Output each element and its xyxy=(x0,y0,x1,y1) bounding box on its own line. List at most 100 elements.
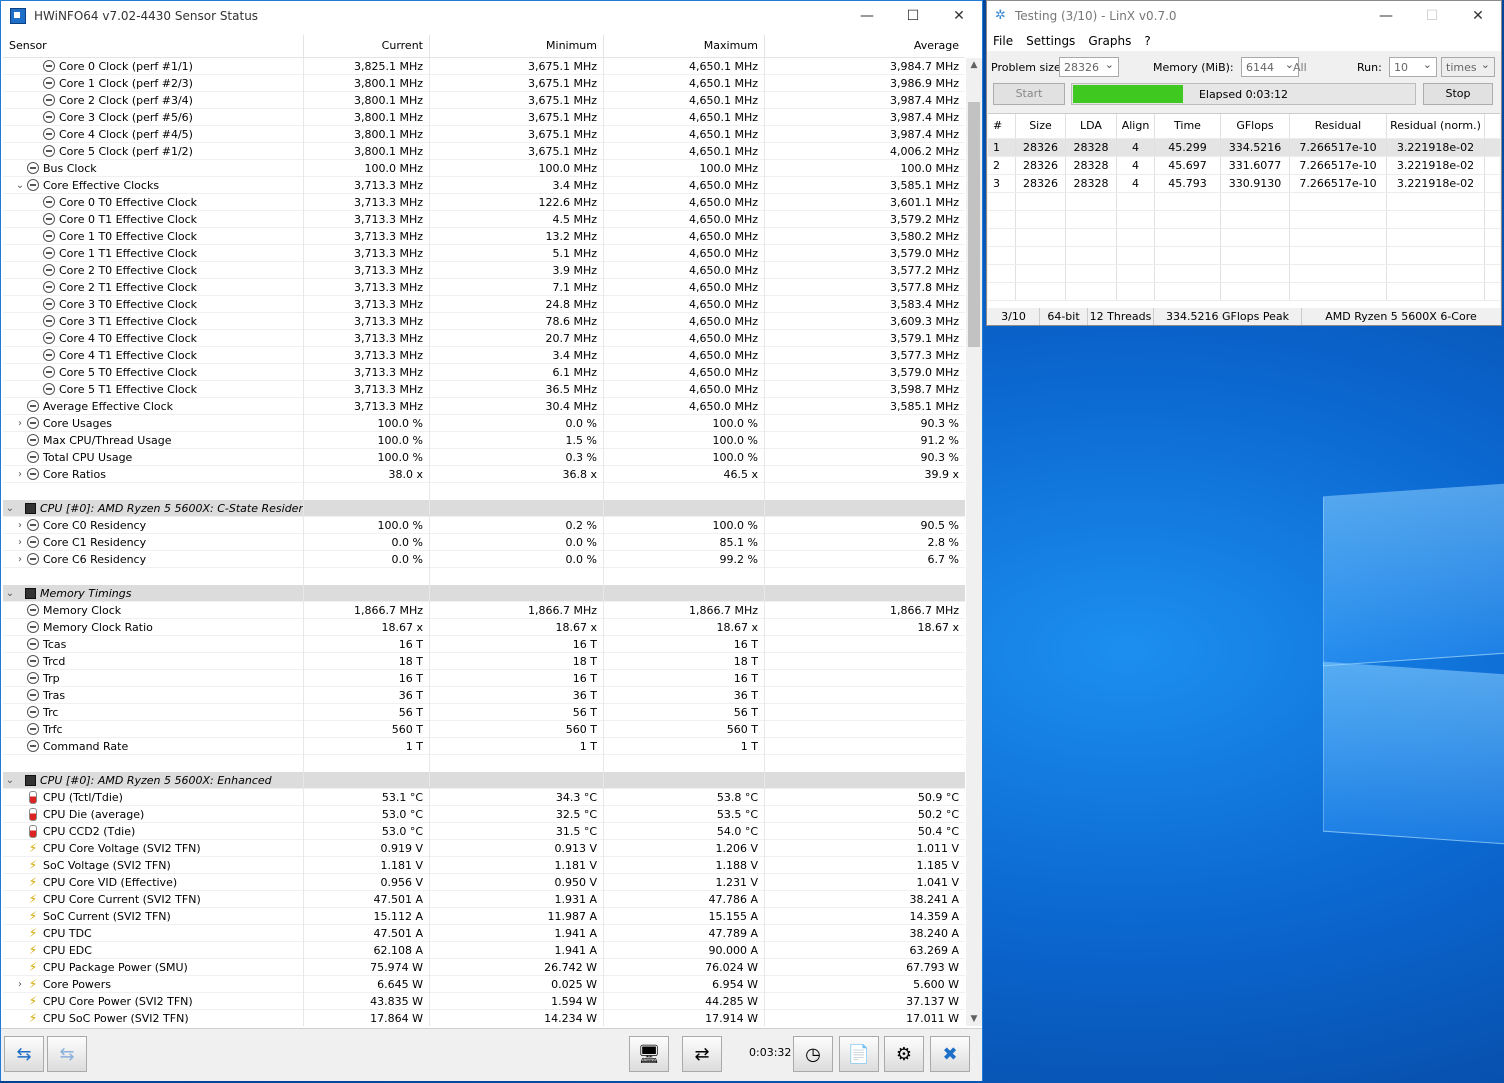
sensor-row[interactable]: Core 4 T1 Effective Clock 3,713.3 MHz 3.4 … xyxy=(3,346,965,364)
clock-reset-icon[interactable]: ◷ xyxy=(793,1036,833,1072)
sensor-row[interactable]: › Core C0 Residency 100.0 % 0.2 % 100.0 % 90.… xyxy=(3,516,965,534)
sensor-row[interactable]: Tcas 16 T 16 T 16 T xyxy=(3,635,965,653)
start-button[interactable]: Start xyxy=(993,83,1065,105)
results-header-cell[interactable]: LDA xyxy=(1066,114,1117,138)
sensor-row[interactable]: Bus Clock 100.0 MHz 100.0 MHz 100.0 MHz 100.… xyxy=(3,159,965,177)
navigate-left-right-icon[interactable]: ⇆ xyxy=(4,1036,44,1072)
sensor-row[interactable]: ⚡ CPU Core Power (SVI2 TFN) 43.835 W 1.594 … xyxy=(3,992,965,1010)
column-header-minimum[interactable]: Minimum xyxy=(430,35,604,57)
sensor-row[interactable]: ⚡ CPU EDC 62.108 A 1.941 A 90.000 A 63.269 A xyxy=(3,941,965,959)
sensor-row[interactable]: Trfc 560 T 560 T 560 T xyxy=(3,720,965,738)
sensor-row[interactable]: Trc 56 T 56 T 56 T xyxy=(3,703,965,721)
results-header-cell[interactable]: Residual (norm.) xyxy=(1387,114,1485,138)
sensor-row[interactable]: ⚡ CPU Core Voltage (SVI2 TFN) 0.919 V 0.913… xyxy=(3,839,965,857)
sensor-row[interactable]: CPU (Tctl/Tdie) 53.1 °C 34.3 °C 53.8 °C 50.9… xyxy=(3,788,965,806)
run-count-combo[interactable]: 10 xyxy=(1389,57,1437,77)
scroll-down-icon[interactable]: ▼ xyxy=(966,1014,982,1024)
sensor-row[interactable]: Command Rate 1 T1 T1 T xyxy=(3,737,965,755)
sensor-row[interactable]: Core 2 T1 Effective Clock 3,713.3 MHz 7.1 … xyxy=(3,278,965,296)
close-icon[interactable]: ✕ xyxy=(1455,1,1501,31)
sensor-row[interactable]: Core 2 T0 Effective Clock 3,713.3 MHz 3.9 … xyxy=(3,261,965,279)
logging-icon[interactable]: 📄 xyxy=(839,1036,879,1072)
sensor-row[interactable]: Trp 16 T 16 T 16 T xyxy=(3,669,965,687)
chevron-right-icon[interactable]: › xyxy=(13,517,27,534)
sensor-row[interactable]: Core 3 Clock (perf #5/6) 3,800.1 MHz 3,675… xyxy=(3,108,965,126)
sensor-table-scrollbar[interactable]: ▲ ▼ xyxy=(966,58,982,1026)
sensor-row[interactable]: ⚡ SoC Current (SVI2 TFN) 15.112 A 11.987 A1… xyxy=(3,907,965,925)
memory-combo[interactable]: 6144 xyxy=(1241,57,1299,77)
chevron-right-icon[interactable]: › xyxy=(13,534,27,551)
sensor-row[interactable]: › Core Ratios 38.0 x 36.8 x 46.5 x 39.9 x xyxy=(3,465,965,483)
sensor-row[interactable]: Core 0 T1 Effective Clock 3,713.3 MHz 4.5 … xyxy=(3,210,965,228)
sensor-row[interactable]: Tras 36 T 36 T 36 T xyxy=(3,686,965,704)
sensor-row[interactable]: › ⚡ Core Powers 6.645 W 0.025 W 6.954 W 5.600 … xyxy=(3,975,965,993)
results-header-cell[interactable]: Size xyxy=(1016,114,1066,138)
menu-file[interactable]: File xyxy=(993,34,1013,48)
chevron-right-icon[interactable]: › xyxy=(13,415,27,432)
sensor-row[interactable]: Average Effective Clock 3,713.3 MHz 30.4 M… xyxy=(3,397,965,415)
chevron-down-icon[interactable]: ⌄ xyxy=(13,177,27,194)
chevron-right-icon[interactable]: › xyxy=(13,976,27,993)
sensor-row[interactable]: Core 1 T1 Effective Clock 3,713.3 MHz 5.1 … xyxy=(3,244,965,262)
results-header-cell[interactable]: GFlops xyxy=(1221,114,1290,138)
column-header-average[interactable]: Average xyxy=(765,35,965,57)
network-icon[interactable]: ⇄ xyxy=(682,1036,722,1072)
problem-size-combo[interactable]: 28326 xyxy=(1059,57,1119,77)
chevron-down-icon[interactable]: ⌄ xyxy=(3,500,17,517)
chevron-down-icon[interactable]: ⌄ xyxy=(3,585,17,602)
sensor-row[interactable]: CPU Die (average) 53.0 °C 32.5 °C 53.5 °C 50… xyxy=(3,805,965,823)
minimize-icon[interactable]: — xyxy=(844,1,890,31)
sensor-group-row[interactable]: ⌄ CPU [#0]: AMD Ryzen 5 5600X: Enhanced xyxy=(3,771,965,789)
results-header-cell[interactable]: Residual xyxy=(1290,114,1387,138)
results-row[interactable]: 2 28326 28328 4 45.697 331.6077 7.266517e-10 3.… xyxy=(988,157,1500,175)
close-sensors-icon[interactable]: ✖ xyxy=(930,1036,970,1072)
chevron-right-icon[interactable]: › xyxy=(13,466,27,483)
scrollbar-thumb[interactable] xyxy=(968,102,980,347)
run-unit-combo[interactable]: times xyxy=(1441,57,1495,77)
sensor-row[interactable]: Max CPU/Thread Usage 100.0 % 1.5 % 100.0 % 9… xyxy=(3,431,965,449)
sensor-row[interactable]: Memory Clock 1,866.7 MHz 1,866.7 MHz 1,866.… xyxy=(3,601,965,619)
sensor-row[interactable]: ⚡ CPU TDC 47.501 A 1.941 A 47.789 A 38.240 A xyxy=(3,924,965,942)
hwinfo-titlebar[interactable]: HWiNFO64 v7.02-4430 Sensor Status — ☐ ✕ xyxy=(1,1,982,31)
all-checkbox-label[interactable]: All xyxy=(1293,61,1307,74)
sensor-group-row[interactable]: ⌄ CPU [#0]: AMD Ryzen 5 5600X: C-State Re… xyxy=(3,499,965,517)
sensor-row[interactable]: Core 5 T1 Effective Clock 3,713.3 MHz 36.5… xyxy=(3,380,965,398)
stop-button[interactable]: Stop xyxy=(1423,83,1493,105)
sensor-row[interactable]: Core 4 T0 Effective Clock 3,713.3 MHz 20.7… xyxy=(3,329,965,347)
column-header-maximum[interactable]: Maximum xyxy=(604,35,765,57)
chevron-right-icon[interactable]: › xyxy=(13,551,27,568)
sensor-row[interactable]: ⚡ SoC Voltage (SVI2 TFN) 1.181 V 1.181 V 1.1… xyxy=(3,856,965,874)
monitor-report-icon[interactable]: 🖥 xyxy=(629,1036,669,1072)
settings-gear-icon[interactable]: ⚙ xyxy=(884,1036,924,1072)
sensor-row[interactable]: Trcd 18 T 18 T 18 T xyxy=(3,652,965,670)
sensor-row[interactable]: ⌄ Core Effective Clocks 3,713.3 MHz 3.4 MHz… xyxy=(3,176,965,194)
sensor-row[interactable]: Core 2 Clock (perf #3/4) 3,800.1 MHz 3,675… xyxy=(3,91,965,109)
sensor-row[interactable]: Memory Clock Ratio 18.67 x 18.67 x 18.67 x1… xyxy=(3,618,965,636)
close-icon[interactable]: ✕ xyxy=(936,1,982,31)
chevron-down-icon[interactable]: ⌄ xyxy=(3,772,17,789)
minimize-icon[interactable]: — xyxy=(1363,1,1409,31)
sensor-row[interactable]: Core 3 T1 Effective Clock 3,713.3 MHz 78.6… xyxy=(3,312,965,330)
scroll-up-icon[interactable]: ▲ xyxy=(966,60,982,70)
results-header-cell[interactable]: # xyxy=(988,114,1016,138)
sensor-row[interactable]: Core 5 Clock (perf #1/2) 3,800.1 MHz 3,675… xyxy=(3,142,965,160)
sensor-row[interactable]: Core 0 Clock (perf #1/1) 3,825.1 MHz 3,675… xyxy=(3,58,965,75)
sensor-row[interactable]: › Core C1 Residency 0.0 % 0.0 % 85.1 % 2.8 % xyxy=(3,533,965,551)
menu-help[interactable]: ? xyxy=(1144,34,1150,48)
sensor-row[interactable]: Core 5 T0 Effective Clock 3,713.3 MHz 6.1 … xyxy=(3,363,965,381)
menu-settings[interactable]: Settings xyxy=(1026,34,1075,48)
column-header-current[interactable]: Current xyxy=(304,35,430,57)
sensor-row[interactable]: Core 3 T0 Effective Clock 3,713.3 MHz 24.8… xyxy=(3,295,965,313)
sensor-row[interactable]: Core 0 T0 Effective Clock 3,713.3 MHz 122.… xyxy=(3,193,965,211)
maximize-icon[interactable]: ☐ xyxy=(890,1,936,31)
results-row[interactable]: 3 28326 28328 4 45.793 330.9130 7.266517e-10 3.… xyxy=(988,175,1500,193)
sensor-row[interactable]: Core 1 Clock (perf #2/3) 3,800.1 MHz 3,675… xyxy=(3,74,965,92)
sensor-row[interactable]: › Core C6 Residency 0.0 % 0.0 % 99.2 % 6.7 % xyxy=(3,550,965,568)
column-header-sensor[interactable]: Sensor xyxy=(3,35,304,57)
sensor-group-row[interactable]: ⌄ Memory Timings xyxy=(3,584,965,602)
sensor-row[interactable]: Core 1 T0 Effective Clock 3,713.3 MHz 13.2… xyxy=(3,227,965,245)
results-header-cell[interactable]: Time xyxy=(1155,114,1221,138)
sensor-row[interactable]: CPU CCD2 (Tdie) 53.0 °C 31.5 °C 54.0 °C 50.4… xyxy=(3,822,965,840)
linx-titlebar[interactable]: ✲ Testing (3/10) - LinX v0.7.0 — ☐ ✕ xyxy=(987,1,1501,31)
sensor-row[interactable]: ⚡ CPU Core Current (SVI2 TFN) 47.501 A 1.93… xyxy=(3,890,965,908)
